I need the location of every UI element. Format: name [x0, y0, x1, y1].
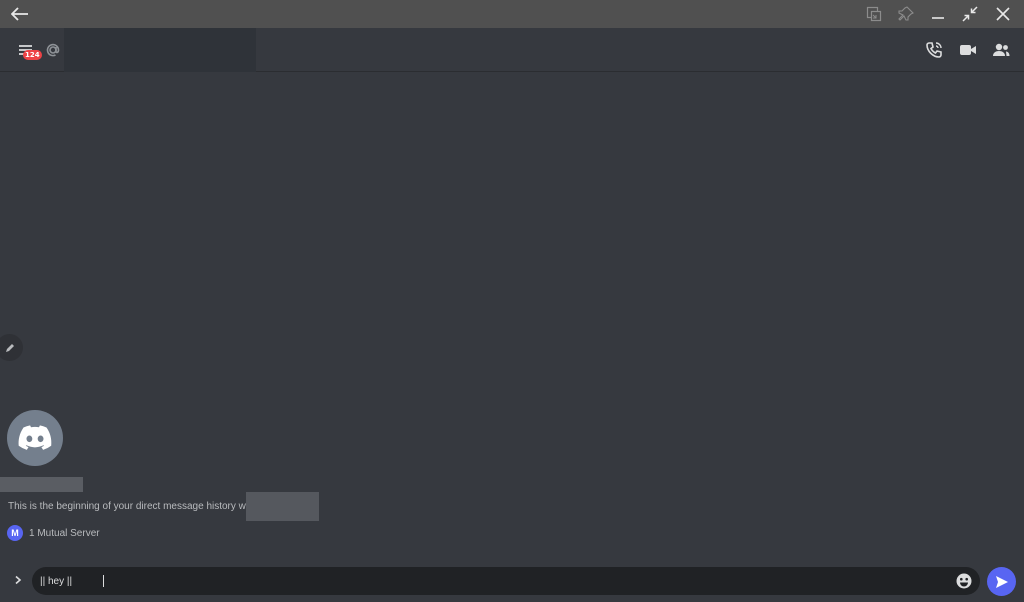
expand-actions-button[interactable] [10, 572, 26, 588]
channel-header: 124 [0, 28, 1024, 72]
discord-logo-icon [18, 425, 52, 450]
unread-badge: 124 [23, 50, 42, 60]
recipient-avatar [7, 410, 63, 466]
dm-intro-text: This is the beginning of your direct mes… [8, 501, 270, 512]
recipient-name-redacted [64, 28, 256, 72]
restore-icon [962, 6, 978, 22]
start-call-button[interactable] [924, 40, 944, 60]
pencil-icon [5, 343, 14, 352]
call-icon [926, 42, 942, 58]
chevron-right-icon [15, 575, 22, 585]
members-icon [993, 43, 1010, 56]
close-button[interactable] [988, 0, 1018, 28]
minimize-icon [932, 17, 944, 19]
pin-icon [898, 6, 914, 21]
close-icon [996, 7, 1010, 21]
mutual-server-icon: M [7, 525, 23, 541]
video-icon [960, 45, 976, 55]
pin-button[interactable] [892, 0, 920, 28]
recipient-username-redacted [0, 477, 83, 492]
message-input[interactable] [40, 571, 940, 591]
message-composer [32, 567, 980, 595]
intro-username-redacted [246, 492, 319, 521]
send-icon [995, 575, 1008, 588]
mutual-servers-label: 1 Mutual Server [29, 527, 100, 539]
mutual-servers-link[interactable]: M 1 Mutual Server [7, 525, 100, 541]
start-video-button[interactable] [958, 40, 978, 60]
compact-mode-icon [866, 6, 882, 22]
send-button[interactable] [987, 567, 1016, 596]
minimize-button[interactable] [924, 0, 952, 28]
back-button[interactable] [6, 0, 34, 28]
member-list-button[interactable] [991, 40, 1011, 60]
title-bar [0, 0, 1024, 28]
emoji-button[interactable] [955, 572, 973, 590]
back-arrow-icon [11, 7, 28, 21]
text-cursor [103, 575, 104, 587]
menu-button[interactable]: 124 [14, 40, 42, 62]
edit-button[interactable] [0, 334, 23, 361]
dm-type-indicator [44, 41, 62, 59]
compact-overlay-button[interactable] [860, 0, 888, 28]
at-sign-icon [46, 43, 60, 57]
restore-button[interactable] [956, 0, 984, 28]
emoji-icon [956, 573, 972, 589]
